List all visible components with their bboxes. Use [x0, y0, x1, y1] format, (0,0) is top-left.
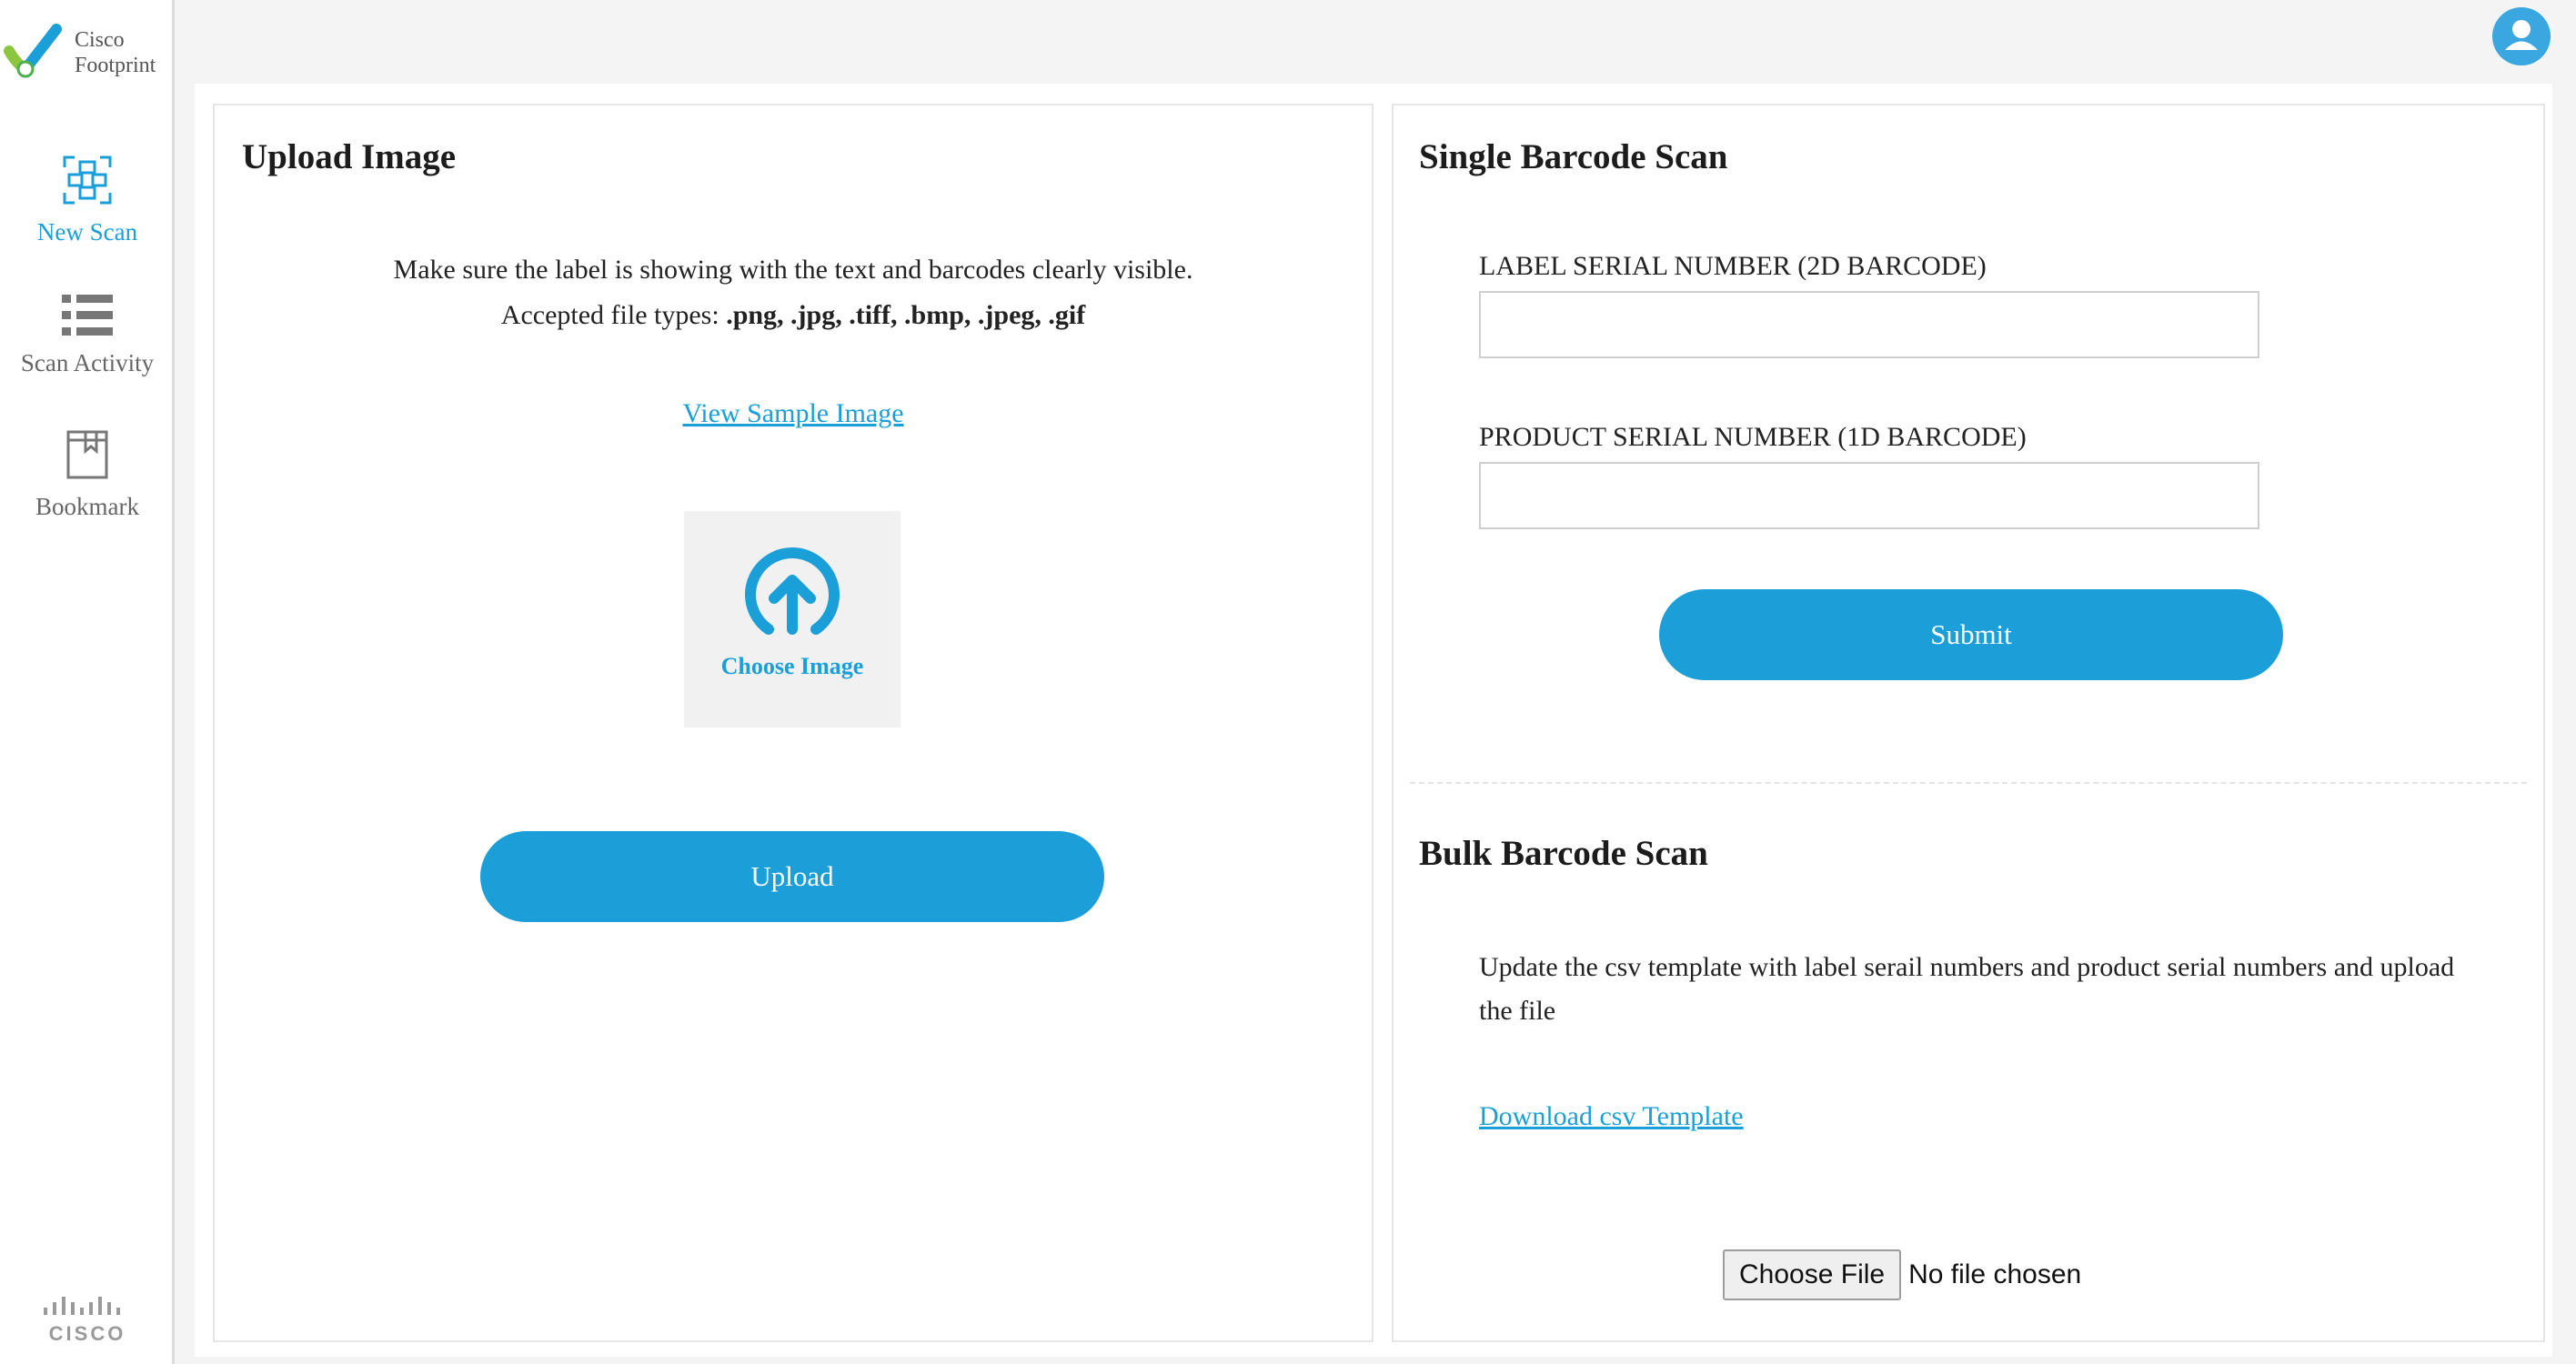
- upload-button[interactable]: Upload: [480, 831, 1104, 922]
- label-serial-input[interactable]: [1479, 291, 2259, 358]
- upload-arrow-icon: [745, 547, 840, 635]
- accepted-types-label: Accepted file types:: [500, 300, 727, 330]
- single-barcode-scan-title: Single Barcode Scan: [1419, 137, 1728, 176]
- sidebar-item-scan-activity[interactable]: Scan Activity: [0, 295, 175, 377]
- main-content: Upload Image Make sure the label is show…: [195, 84, 2552, 1357]
- file-input: Choose File No file chosen: [1723, 1249, 2081, 1302]
- file-status-text: No file chosen: [1908, 1259, 2082, 1289]
- label-serial-label: LABEL SERIAL NUMBER (2D BARCODE): [1479, 251, 1987, 281]
- choose-image-label: Choose Image: [720, 653, 864, 679]
- download-link-row: Download csv Template: [1479, 1095, 2461, 1138]
- sidebar-item-new-scan[interactable]: New Scan: [0, 155, 175, 246]
- sidebar-item-label: Scan Activity: [20, 349, 155, 376]
- sidebar: Cisco Footprint New Scan Scan Activity B…: [0, 0, 175, 1364]
- product-serial-label: PRODUCT SERIAL NUMBER (1D BARCODE): [1479, 422, 2027, 452]
- upload-instructions: Make sure the label is showing with the …: [215, 247, 1372, 338]
- barcode-scan-panel: Single Barcode Scan LABEL SERIAL NUMBER …: [1392, 104, 2545, 1342]
- upload-image-panel: Upload Image Make sure the label is show…: [213, 104, 1374, 1342]
- accepted-types-list: .png, .jpg, .tiff, .bmp, .jpeg, .gif: [726, 300, 1086, 330]
- brand-name: Cisco Footprint: [75, 27, 156, 78]
- sidebar-item-label: Bookmark: [35, 493, 139, 520]
- bookmark-icon: [66, 430, 108, 479]
- cisco-footprint-logo: [4, 24, 62, 78]
- section-divider: [1410, 782, 2527, 784]
- upload-instruction-text: Make sure the label is showing with the …: [393, 255, 1193, 285]
- bulk-barcode-scan-title: Bulk Barcode Scan: [1419, 834, 1708, 873]
- submit-button[interactable]: Submit: [1659, 589, 2283, 680]
- choose-image-dropzone[interactable]: Choose Image: [684, 511, 901, 727]
- top-bar: [177, 0, 2576, 84]
- download-csv-template-link[interactable]: Download csv Template: [1479, 1101, 1744, 1131]
- list-icon: [62, 295, 113, 336]
- user-icon: [2505, 20, 2538, 50]
- brand-line-1: Cisco: [75, 28, 125, 52]
- view-sample-image-link[interactable]: View Sample Image: [682, 398, 903, 428]
- brand[interactable]: Cisco Footprint: [0, 0, 175, 87]
- sample-link-row: View Sample Image: [215, 391, 1372, 436]
- brand-line-2: Footprint: [75, 54, 156, 77]
- scan-icon: [63, 155, 112, 205]
- accepted-file-types: Accepted file types: .png, .jpg, .tiff, …: [215, 293, 1372, 338]
- product-serial-input[interactable]: [1479, 462, 2259, 529]
- user-avatar[interactable]: [2492, 7, 2551, 65]
- choose-file-button[interactable]: Choose File: [1723, 1249, 1902, 1300]
- bulk-scan-description: Update the csv template with label serai…: [1479, 952, 2455, 1026]
- upload-image-title: Upload Image: [242, 137, 457, 176]
- sidebar-item-bookmark[interactable]: Bookmark: [0, 429, 175, 521]
- svg-text:CISCO: CISCO: [49, 1322, 126, 1345]
- cisco-logo: CISCO: [44, 1297, 126, 1345]
- sidebar-item-label: New Scan: [36, 218, 138, 246]
